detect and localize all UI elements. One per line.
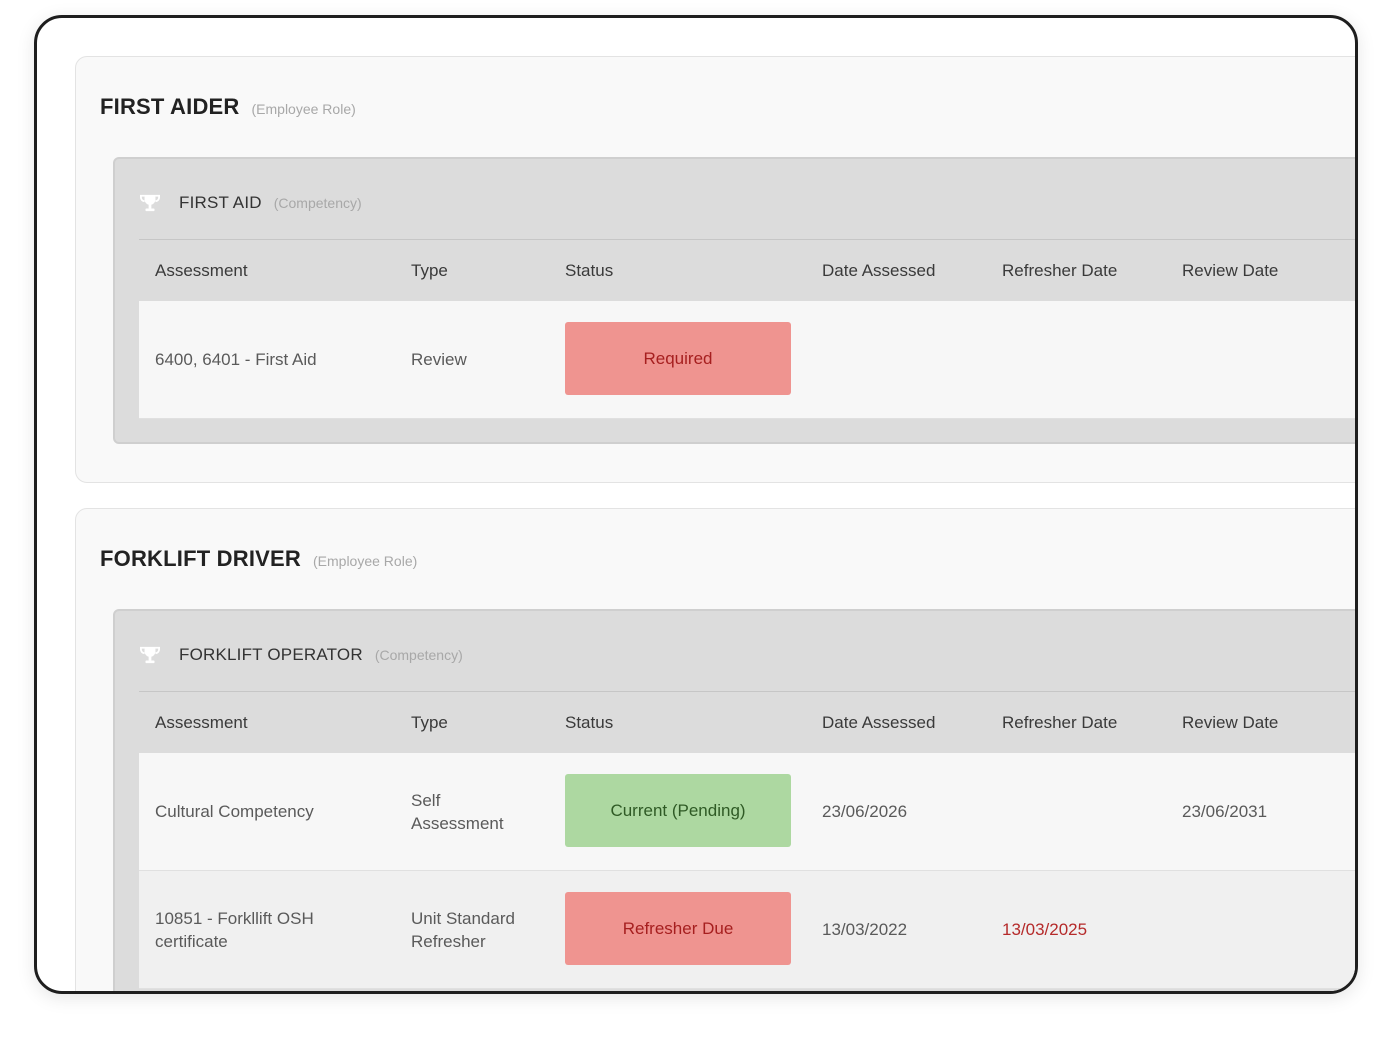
competency-panel-forklift-operator: FORKLIFT OPERATOR (Competency) Assessmen… <box>113 609 1355 991</box>
column-header-date-assessed[interactable]: Date Assessed <box>822 261 935 281</box>
table-header: Assessment Type Status Date Assessed Ref… <box>139 692 1355 753</box>
assessment-table: Assessment Type Status Date Assessed Ref… <box>139 692 1355 989</box>
role-card-first-aider: FIRST AIDER (Employee Role) FIRST AID (Co… <box>75 56 1355 483</box>
assessment-type: Self Assessment <box>411 791 504 833</box>
role-card-forklift-driver: FORKLIFT DRIVER (Employee Role) FORKLIFT … <box>75 508 1355 991</box>
assessment-table: Assessment Type Status Date Assessed Ref… <box>139 240 1355 419</box>
refresher-date-overdue: 13/03/2025 <box>1002 920 1088 939</box>
assessment-type: Unit Standard Refresher <box>411 909 515 951</box>
status-badge-required[interactable]: Required <box>565 322 791 395</box>
status-badge-refresher-due[interactable]: Refresher Due <box>565 892 791 965</box>
review-date: 23/06/2031 <box>1182 802 1268 821</box>
column-header-type[interactable]: Type <box>411 261 448 281</box>
role-name: FIRST AIDER <box>100 94 240 119</box>
status-badge-current[interactable]: Current (Pending) <box>565 774 791 847</box>
column-header-assessment[interactable]: Assessment <box>155 713 248 733</box>
competency-header[interactable]: FIRST AID (Competency) <box>139 190 362 216</box>
column-header-refresher-date[interactable]: Refresher Date <box>1002 713 1117 733</box>
role-kind-label: (Employee Role) <box>313 553 418 569</box>
column-header-type[interactable]: Type <box>411 713 448 733</box>
column-header-status[interactable]: Status <box>565 713 613 733</box>
role-name: FORKLIFT DRIVER <box>100 546 301 571</box>
assessment-name: 6400, 6401 - First Aid <box>155 350 317 369</box>
competency-name: FIRST AID <box>179 193 262 212</box>
competency-panel-first-aid: FIRST AID (Competency) Assessment Type S… <box>113 157 1355 444</box>
column-header-refresher-date[interactable]: Refresher Date <box>1002 261 1117 281</box>
column-header-status[interactable]: Status <box>565 261 613 281</box>
assessment-type: Review <box>411 350 467 369</box>
app-window: FIRST AIDER (Employee Role) FIRST AID (Co… <box>34 15 1358 994</box>
table-row[interactable]: Cultural Competency Self Assessment Curr… <box>139 753 1355 871</box>
trophy-icon <box>140 646 160 664</box>
column-header-review-date[interactable]: Review Date <box>1182 713 1278 733</box>
column-header-date-assessed[interactable]: Date Assessed <box>822 713 935 733</box>
competency-kind-label: (Competency) <box>273 195 362 211</box>
role-kind-label: (Employee Role) <box>251 101 356 117</box>
table-header: Assessment Type Status Date Assessed Ref… <box>139 240 1355 301</box>
column-header-review-date[interactable]: Review Date <box>1182 261 1278 281</box>
trophy-icon <box>140 194 160 212</box>
competency-name: FORKLIFT OPERATOR <box>179 645 363 664</box>
date-assessed: 13/03/2022 <box>822 920 908 939</box>
table-row[interactable]: 6400, 6401 - First Aid Review Required <box>139 301 1355 419</box>
role-title: FORKLIFT DRIVER (Employee Role) <box>100 546 417 572</box>
assessment-name: 10851 - Forkllift OSH certificate <box>155 909 314 951</box>
competency-header[interactable]: FORKLIFT OPERATOR (Competency) <box>139 642 463 668</box>
competency-kind-label: (Competency) <box>374 647 463 663</box>
role-title: FIRST AIDER (Employee Role) <box>100 94 356 120</box>
table-row[interactable]: 10851 - Forkllift OSH certificate Unit S… <box>139 871 1355 989</box>
column-header-assessment[interactable]: Assessment <box>155 261 248 281</box>
date-assessed: 23/06/2026 <box>822 802 908 821</box>
assessment-name: Cultural Competency <box>155 802 314 821</box>
